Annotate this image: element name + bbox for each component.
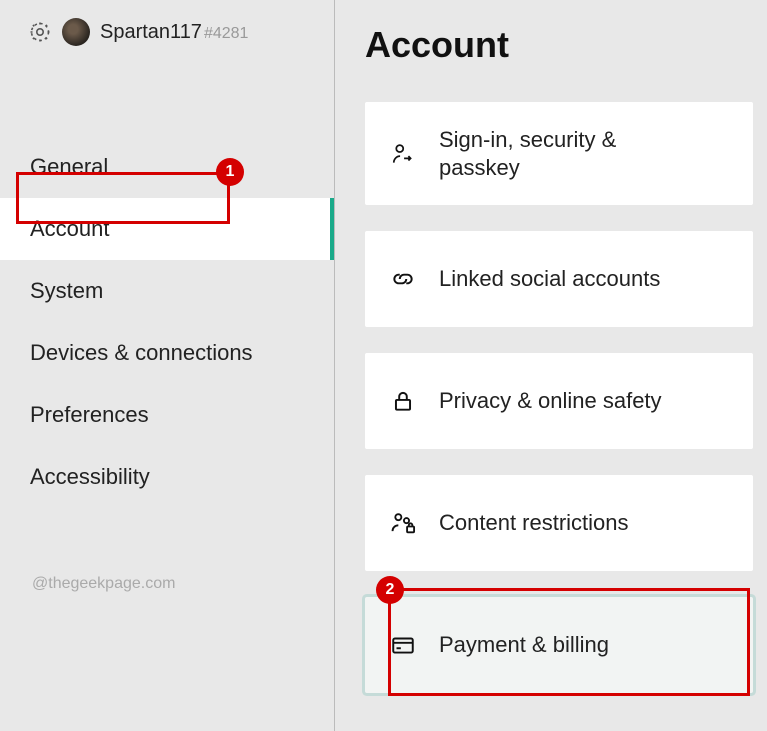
nav-item-accessibility[interactable]: Accessibility xyxy=(0,446,334,508)
card-label: Privacy & online safety xyxy=(439,387,662,415)
card-signin-security[interactable]: Sign-in, security & passkey xyxy=(365,102,753,205)
people-lock-icon xyxy=(389,509,417,537)
card-label: Payment & billing xyxy=(439,631,609,659)
card-label: Linked social accounts xyxy=(439,265,660,293)
profile-row: Spartan117#4281 xyxy=(0,18,334,66)
person-key-icon xyxy=(389,140,417,168)
card-label: Content restrictions xyxy=(439,509,629,537)
main-panel: Account Sign-in, security & passkey Link… xyxy=(335,0,767,731)
nav-item-account[interactable]: Account xyxy=(0,198,334,260)
nav-item-preferences[interactable]: Preferences xyxy=(0,384,334,446)
page-title: Account xyxy=(365,24,753,66)
nav: General Account System Devices & connect… xyxy=(0,136,334,508)
card-label: Sign-in, security & passkey xyxy=(439,126,659,181)
nav-item-devices[interactable]: Devices & connections xyxy=(0,322,334,384)
watermark: @thegeekpage.com xyxy=(32,575,175,593)
lock-icon xyxy=(389,387,417,415)
nav-item-system[interactable]: System xyxy=(0,260,334,322)
card-linked-social[interactable]: Linked social accounts xyxy=(365,231,753,327)
avatar[interactable] xyxy=(62,18,90,46)
sidebar: Spartan117#4281 General Account System D… xyxy=(0,0,335,731)
card-payment-billing[interactable]: Payment & billing xyxy=(365,597,753,693)
username: Spartan117#4281 xyxy=(100,21,248,44)
link-icon xyxy=(389,265,417,293)
card-content-restrictions[interactable]: Content restrictions xyxy=(365,475,753,571)
credit-card-icon xyxy=(389,631,417,659)
gear-icon[interactable] xyxy=(28,20,52,44)
card-privacy[interactable]: Privacy & online safety xyxy=(365,353,753,449)
nav-item-general[interactable]: General xyxy=(0,136,334,198)
